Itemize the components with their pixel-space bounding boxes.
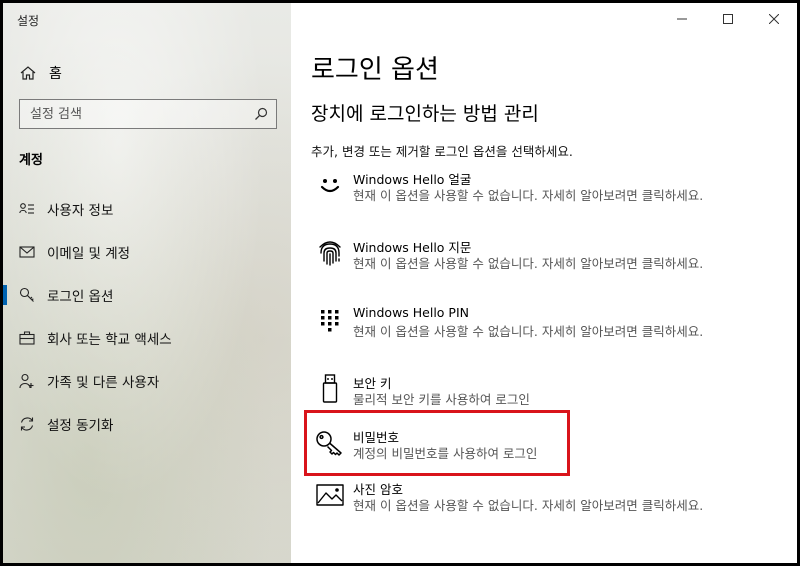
user-info-icon — [19, 203, 34, 214]
app-title: 설정 — [17, 14, 40, 28]
option-description: 현재 이 옵션을 사용할 수 없습니다. 자세히 알아보려면 클릭하세요. — [353, 498, 704, 513]
password-highlight-box — [304, 410, 570, 476]
main-content: 로그인 옵션 장치에 로그인하는 방법 관리 추가, 변경 또는 제거할 로그인… — [291, 3, 797, 563]
sidebar-item-label: 로그인 옵션 — [47, 289, 114, 305]
home-label: 홈 — [49, 66, 62, 82]
sidebar-item-label: 가족 및 다른 사용자 — [47, 375, 160, 391]
home-link[interactable]: 홈 — [19, 61, 62, 85]
picture-icon — [316, 484, 344, 506]
sidebar-item-label: 사용자 정보 — [47, 203, 114, 219]
sidebar-item-label: 설정 동기화 — [47, 418, 114, 434]
key-icon — [19, 287, 34, 302]
option-title: Windows Hello 지문 — [353, 240, 472, 255]
sidebar: 설정 홈 계정 사용자 정보 — [3, 3, 291, 563]
option-title: 보안 키 — [353, 376, 392, 391]
family-icon — [19, 373, 34, 389]
home-icon — [20, 66, 36, 80]
sidebar-item-sync[interactable]: 설정 동기화 — [3, 404, 291, 444]
section-subheading: 장치에 로그인하는 방법 관리 — [311, 103, 539, 125]
mail-icon — [19, 246, 35, 258]
option-title: Windows Hello PIN — [353, 305, 470, 320]
briefcase-icon — [19, 331, 35, 345]
option-description: 현재 이 옵션을 사용할 수 없습니다. 자세히 알아보려면 클릭하세요. — [353, 256, 704, 271]
sidebar-item-user-info[interactable]: 사용자 정보 — [3, 189, 291, 229]
option-description: 현재 이 옵션을 사용할 수 없습니다. 자세히 알아보려면 클릭하세요. — [353, 324, 704, 339]
fingerprint-icon — [319, 241, 341, 266]
face-icon — [320, 179, 340, 193]
sidebar-item-sign-in-options[interactable]: 로그인 옵션 — [3, 275, 291, 315]
option-title: Windows Hello 얼굴 — [353, 172, 472, 187]
sidebar-item-family[interactable]: 가족 및 다른 사용자 — [3, 361, 291, 401]
option-title: 사진 암호 — [353, 482, 403, 497]
search-icon[interactable] — [254, 107, 268, 121]
search-input[interactable] — [30, 106, 240, 122]
sidebar-item-work-school[interactable]: 회사 또는 학교 액세스 — [3, 318, 291, 358]
settings-window: 설정 홈 계정 사용자 정보 — [3, 3, 797, 563]
pin-keypad-icon — [321, 310, 339, 332]
sidebar-item-email-accounts[interactable]: 이메일 및 계정 — [3, 232, 291, 272]
sidebar-item-label: 회사 또는 학교 액세스 — [47, 332, 172, 348]
settings-search[interactable] — [19, 99, 277, 129]
option-description: 물리적 보안 키를 사용하여 로그인 — [353, 392, 530, 407]
page-title: 로그인 옵션 — [311, 55, 439, 85]
section-title: 계정 — [19, 153, 43, 168]
section-description: 추가, 변경 또는 제거할 로그인 옵션을 선택하세요. — [311, 144, 573, 159]
option-description: 현재 이 옵션을 사용할 수 없습니다. 자세히 알아보려면 클릭하세요. — [353, 188, 704, 203]
sidebar-item-label: 이메일 및 계정 — [47, 246, 131, 262]
usb-key-icon — [322, 374, 338, 403]
sync-icon — [20, 417, 34, 431]
